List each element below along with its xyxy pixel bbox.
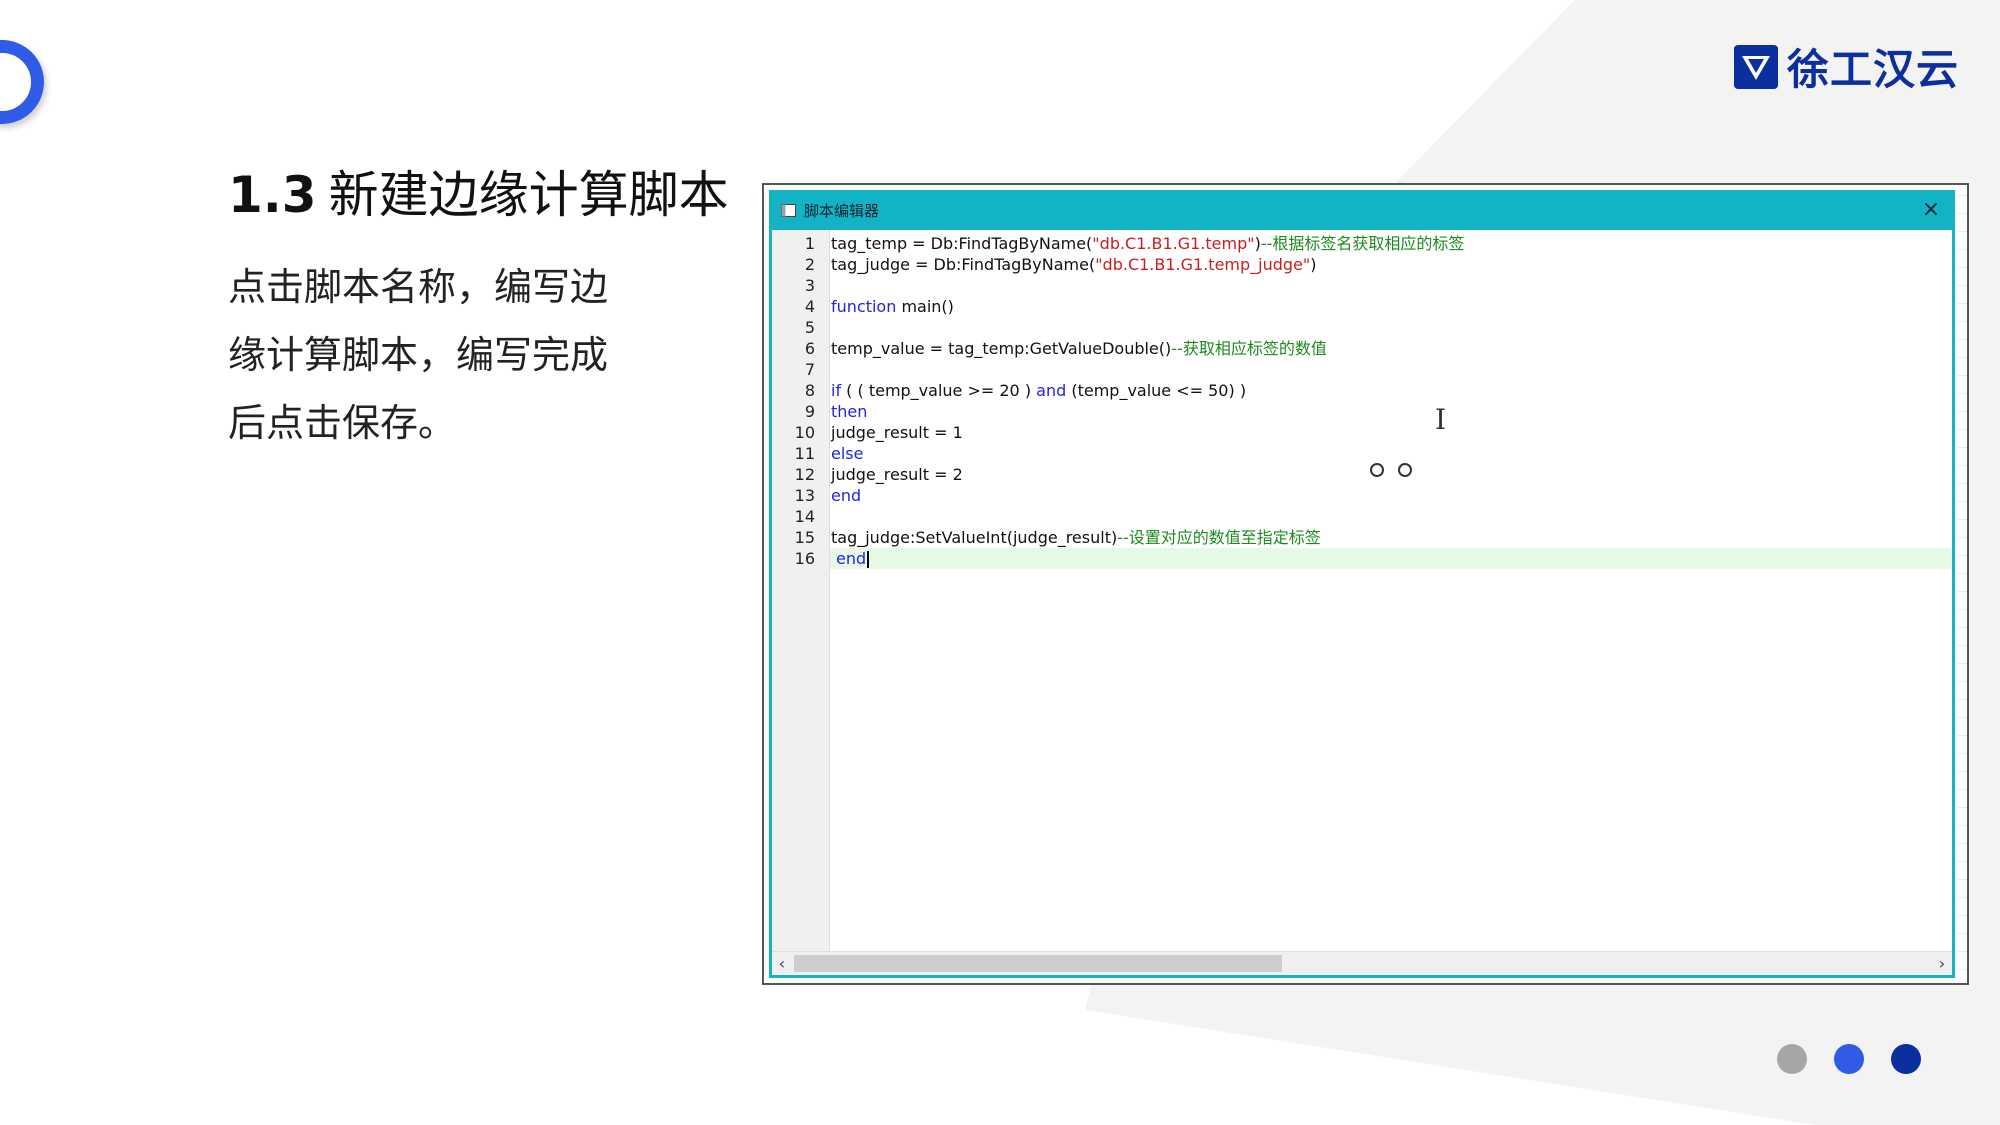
code-token: (temp_value <= 50) ): [1066, 381, 1247, 400]
code-token: judge_result = 1: [831, 423, 963, 442]
title-number: 1.3: [228, 166, 317, 224]
line-number: 5: [804, 318, 815, 337]
title-text: 新建边缘计算脚本: [328, 166, 729, 224]
line-number: 7: [804, 360, 815, 379]
window-icon: [781, 203, 796, 217]
line-number: 12: [794, 465, 815, 484]
code-token: end: [831, 486, 862, 505]
code-token: ): [1254, 234, 1261, 253]
description-line: 后点击保存。: [228, 401, 457, 445]
code-line: end: [831, 485, 861, 506]
code-token: --获取相应标签的数值: [1171, 339, 1327, 358]
code-token: tag_judge = Db:FindTagByName(: [831, 255, 1096, 274]
code-token: end: [836, 549, 867, 568]
code-token: else: [831, 444, 864, 463]
i-beam-cursor-icon: I: [1435, 403, 1447, 436]
page-dot-3[interactable]: [1891, 1044, 1921, 1074]
code-line: judge_result = 2: [831, 464, 963, 485]
code-token: judge_result = 2: [831, 465, 963, 484]
loading-dot-icon: [1370, 463, 1384, 477]
horizontal-scrollbar[interactable]: ‹ ›: [772, 951, 1952, 975]
editor-titlebar[interactable]: 脚本编辑器 ×: [769, 190, 1955, 230]
scroll-left-arrow-icon[interactable]: ‹: [772, 952, 792, 975]
code-token: --设置对应的数值至指定标签: [1117, 528, 1321, 547]
script-editor-window: 脚本编辑器 × 1 2 3 4 5 6 7 8 9 10 11 12 13 14 15 16 tag_temp…: [769, 190, 1955, 978]
code-token: --根据标签名获取相应的标签: [1260, 234, 1465, 253]
line-number: 11: [794, 444, 815, 463]
code-token: main(): [896, 297, 954, 316]
code-line: temp_value = tag_temp:GetValueDouble()--…: [831, 338, 1327, 359]
brand-name: 徐工汉云: [1787, 45, 1960, 94]
line-number: 15: [794, 528, 815, 547]
code-line: tag_judge = Db:FindTagByName("db.C1.B1.G…: [831, 254, 1317, 275]
line-number: 14: [794, 507, 815, 526]
scroll-right-arrow-icon[interactable]: ›: [1932, 952, 1952, 975]
close-button[interactable]: ×: [1917, 196, 1945, 224]
line-number: 13: [794, 486, 815, 505]
code-token: function: [831, 297, 897, 316]
code-token: tag_temp = Db:FindTagByName(: [831, 234, 1093, 253]
slide-description: 点击脚本名称，编写边 缘计算脚本，编写完成 后点击保存。: [228, 253, 628, 457]
loading-dot-icon: [1398, 463, 1412, 477]
code-token: "db.C1.B1.G1.temp_judge": [1095, 255, 1311, 274]
line-number: 4: [804, 297, 815, 316]
text-caret: [867, 551, 870, 568]
code-token: and: [1036, 381, 1067, 400]
code-token: temp_value = tag_temp:GetValueDouble(): [831, 339, 1172, 358]
line-number: 1: [804, 234, 815, 253]
background-window-edge: [1957, 195, 1967, 983]
scrollbar-thumb[interactable]: [794, 955, 1282, 972]
line-number: 2: [804, 255, 815, 274]
code-line: function main(): [831, 296, 954, 317]
code-token: then: [831, 402, 868, 421]
code-editor-area[interactable]: tag_temp = Db:FindTagByName("db.C1.B1.G1…: [830, 230, 1952, 952]
code-token: ): [1310, 255, 1317, 274]
brand-logo: 徐工汉云: [1733, 36, 1959, 97]
line-number: 3: [804, 276, 815, 295]
page-dot-2[interactable]: [1834, 1044, 1864, 1074]
description-line: 缘计算脚本，编写完成: [228, 333, 609, 377]
line-number: 9: [804, 402, 815, 421]
line-number-gutter: 1 2 3 4 5 6 7 8 9 10 11 12 13 14 15 16: [772, 230, 830, 975]
line-number: 10: [794, 423, 815, 442]
corner-decoration-ring: [0, 40, 44, 124]
code-line: then: [831, 401, 867, 422]
description-line: 点击脚本名称，编写边: [228, 265, 609, 309]
code-token: if: [831, 381, 842, 400]
line-number: 8: [804, 381, 815, 400]
slide-title: 1.3 新建边缘计算脚本: [228, 155, 729, 227]
page-dot-1[interactable]: [1777, 1044, 1807, 1074]
code-line: judge_result = 1: [831, 422, 963, 443]
current-line-highlight: [830, 548, 1952, 569]
line-number: 16: [794, 549, 815, 568]
xcmg-shield-icon: [1734, 44, 1778, 89]
code-line: tag_temp = Db:FindTagByName("db.C1.B1.G1…: [831, 233, 1464, 254]
code-token: "db.C1.B1.G1.temp": [1092, 234, 1255, 253]
code-token: ( ( temp_value >= 20 ): [841, 381, 1037, 400]
code-line: if ( ( temp_value >= 20 ) and (temp_valu…: [831, 380, 1246, 401]
code-line: else: [831, 443, 863, 464]
line-number: 6: [804, 339, 815, 358]
code-token: tag_judge:SetValueInt(judge_result): [831, 528, 1118, 547]
code-line: tag_judge:SetValueInt(judge_result)--设置对…: [831, 527, 1321, 548]
window-title: 脚本编辑器: [804, 201, 880, 220]
code-line: end: [836, 548, 870, 569]
screenshot-frame: 脚本编辑器 × 1 2 3 4 5 6 7 8 9 10 11 12 13 14 15 16 tag_temp…: [762, 183, 1969, 985]
